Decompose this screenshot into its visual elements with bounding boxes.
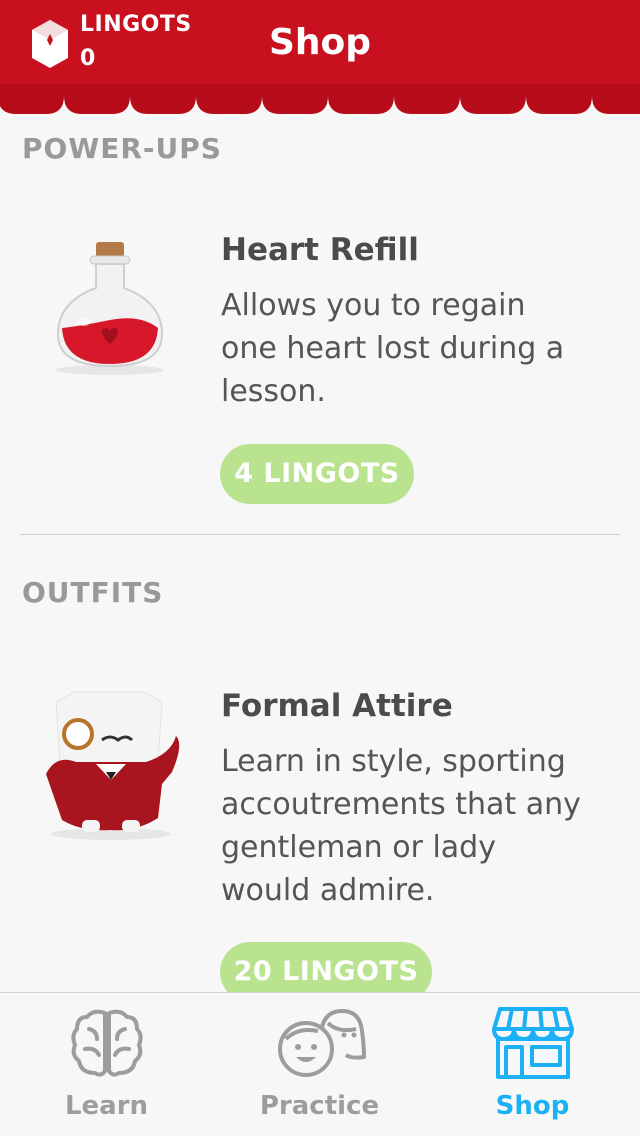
item-title-heart-refill: Heart Refill [221,232,419,268]
tab-shop[interactable]: Shop [426,993,639,1136]
desc-line: lesson. [221,374,326,409]
section-title-outfits: OUTFITS [22,576,164,609]
shop-content[interactable]: POWER-UPS Heart Refill Allows you to reg… [0,118,640,992]
item-title-formal-attire: Formal Attire [221,688,453,724]
store-icon [491,1007,574,1079]
bottom-tab-bar: Learn Practice Shop [0,992,640,1136]
section-title-powerups: POWER-UPS [22,132,222,165]
desc-line: would admire. [221,873,435,908]
desc-line: one heart lost during a [221,331,565,366]
tab-practice[interactable]: Practice [213,993,426,1136]
tab-label-learn: Learn [64,1091,149,1121]
divider [20,534,620,535]
desc-line: accoutrements that any [221,787,581,822]
page-title: Shop [268,22,372,63]
awning-scallops [0,84,640,114]
buy-heart-refill-button[interactable]: 4 LINGOTS [220,444,414,504]
tab-label-practice: Practice [259,1091,380,1121]
tab-learn[interactable]: Learn [0,993,213,1136]
buy-formal-attire-button[interactable]: 20 LINGOTS [220,942,432,992]
potion-icon [56,242,164,375]
formal-attire-owl-icon [46,691,180,840]
shop-header: LINGOTS 0 Shop [0,0,640,88]
desc-line: Learn in style, sporting [221,744,566,779]
tab-label-shop: Shop [495,1091,570,1121]
brain-icon [70,1009,143,1077]
item-desc-formal-attire: Learn in style, sporting accoutrements t… [221,740,621,912]
desc-line: Allows you to regain [221,288,526,323]
desc-line: gentleman or lady [221,830,496,865]
faces-icon [277,1009,366,1077]
item-desc-heart-refill: Allows you to regain one heart lost duri… [221,284,621,413]
